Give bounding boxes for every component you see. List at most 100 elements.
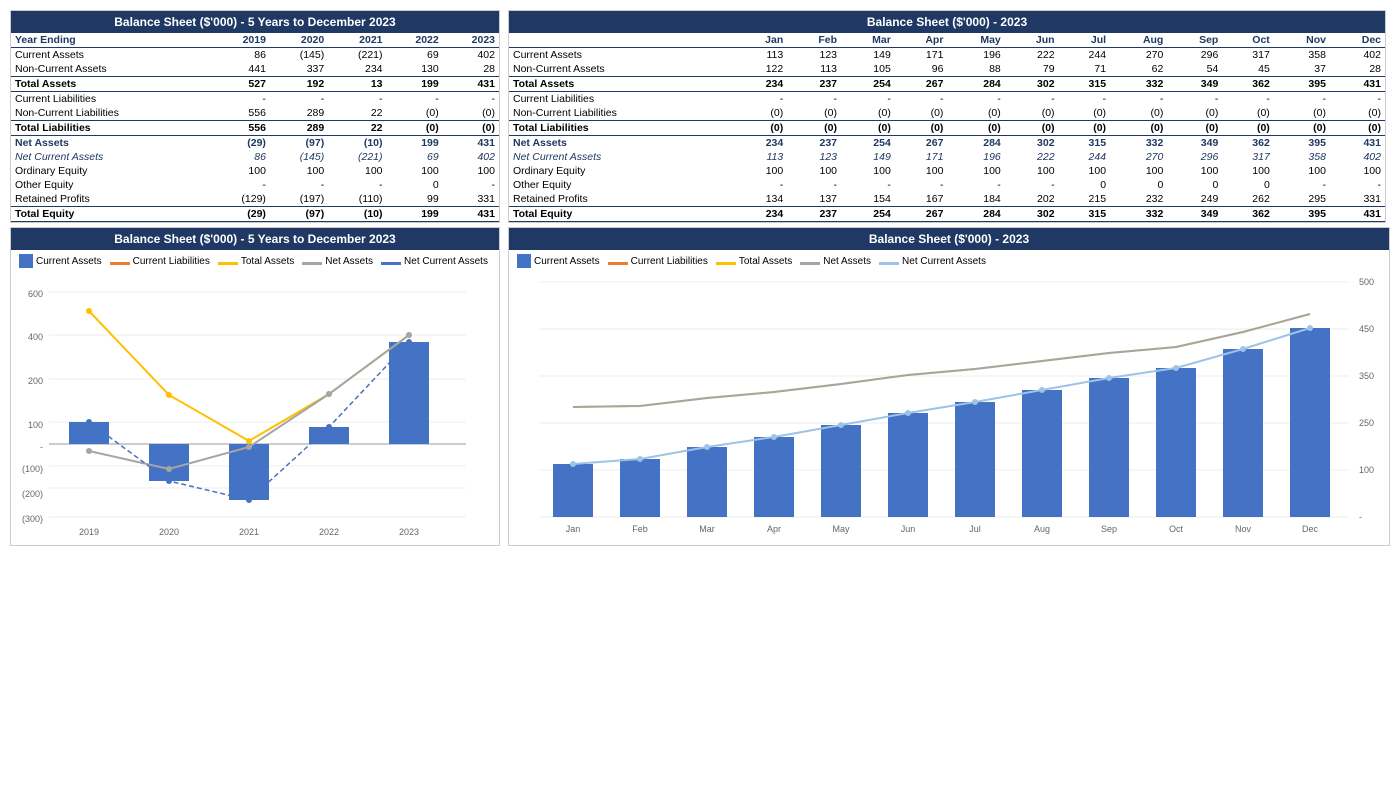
right-row-label: Retained Profits xyxy=(509,192,735,207)
right-row-value: - xyxy=(1330,92,1385,107)
right-row-label: Other Equity xyxy=(509,178,735,192)
r-legend-ta-label: Total Assets xyxy=(739,256,792,267)
right-col-label xyxy=(509,33,735,48)
right-row-label: Total Equity xyxy=(509,207,735,222)
row-value: (129) xyxy=(212,192,270,207)
x-label-2021: 2021 xyxy=(239,527,259,537)
nca-point-2020 xyxy=(166,478,172,484)
right-row-value: 100 xyxy=(1274,164,1330,178)
right-row-value: - xyxy=(841,178,895,192)
right-row-value: - xyxy=(1110,92,1167,107)
right-row-value: (0) xyxy=(787,106,841,121)
right-row-value: 296 xyxy=(1167,150,1222,164)
right-row-value: (0) xyxy=(1059,121,1110,136)
right-row-value: 349 xyxy=(1167,77,1222,92)
right-row-value: 171 xyxy=(895,48,948,63)
row-value: 69 xyxy=(387,48,443,63)
right-row-value: 302 xyxy=(1005,77,1059,92)
svg-text:Jul: Jul xyxy=(969,524,981,534)
right-row-value: (0) xyxy=(1167,106,1222,121)
row-value: 13 xyxy=(328,77,386,92)
right-row-value: 284 xyxy=(947,136,1004,151)
right-row-label: Ordinary Equity xyxy=(509,164,735,178)
right-row-value: 123 xyxy=(787,48,841,63)
r-bar-aug xyxy=(1022,390,1062,517)
total-assets-point-2021 xyxy=(246,438,252,444)
row-value: 402 xyxy=(443,48,499,63)
right-row-value: 0 xyxy=(1110,178,1167,192)
row-value: (10) xyxy=(328,207,386,222)
row-value: - xyxy=(212,92,270,107)
r-bar-mar xyxy=(687,447,727,517)
right-row-value: 254 xyxy=(841,207,895,222)
right-row-value: 62 xyxy=(1110,62,1167,77)
svg-text:Dec: Dec xyxy=(1302,524,1319,534)
svg-text:Mar: Mar xyxy=(699,524,715,534)
row-value: 22 xyxy=(328,121,386,136)
r-legend-current-assets-icon xyxy=(517,254,531,268)
row-value: (97) xyxy=(270,207,328,222)
nca-point-2021 xyxy=(246,497,252,503)
right-row-value: (0) xyxy=(1222,121,1273,136)
right-col-header: May xyxy=(947,33,1004,48)
svg-text:Apr: Apr xyxy=(767,524,781,534)
row-value: 100 xyxy=(443,164,499,178)
legend-net-current-assets: Net Current Assets xyxy=(381,254,488,268)
right-row-value: 100 xyxy=(841,164,895,178)
r-bar-oct xyxy=(1156,368,1196,517)
x-label-2019: 2019 xyxy=(79,527,99,537)
right-row-value: 331 xyxy=(1330,192,1385,207)
right-row-value: 332 xyxy=(1110,77,1167,92)
right-row-label: Current Liabilities xyxy=(509,92,735,107)
svg-text:Jan: Jan xyxy=(566,524,581,534)
right-col-header: Dec xyxy=(1330,33,1385,48)
right-row-value: 302 xyxy=(1005,136,1059,151)
right-row-value: 254 xyxy=(841,136,895,151)
svg-text:(300): (300) xyxy=(22,514,43,524)
right-row-value: 362 xyxy=(1222,207,1273,222)
svg-text:350: 350 xyxy=(1359,371,1374,381)
row-value: 556 xyxy=(212,106,270,121)
nca-point-2023 xyxy=(406,339,412,345)
right-row-value: 96 xyxy=(895,62,948,77)
right-row-value: 100 xyxy=(1005,164,1059,178)
right-2023-panel: Balance Sheet ($'000) - 2023 JanFebMarAp… xyxy=(508,10,1386,223)
legend-total-assets-label: Total Assets xyxy=(241,256,294,267)
right-row-value: - xyxy=(947,92,1004,107)
row-value: (145) xyxy=(270,150,328,164)
right-row-value: 37 xyxy=(1274,62,1330,77)
legend-net-assets: Net Assets xyxy=(302,254,373,268)
right-row-value: 431 xyxy=(1330,207,1385,222)
right-row-value: 0 xyxy=(1059,178,1110,192)
legend-current-assets-icon xyxy=(19,254,33,268)
right-row-value: 244 xyxy=(1059,48,1110,63)
right-row-label: Non-Current Assets xyxy=(509,62,735,77)
col-2019: 2019 xyxy=(212,33,270,48)
right-row-value: 28 xyxy=(1330,62,1385,77)
right-row-value: 284 xyxy=(947,207,1004,222)
row-value: 86 xyxy=(212,150,270,164)
total-assets-point-2020 xyxy=(166,392,172,398)
right-row-value: 100 xyxy=(1167,164,1222,178)
right-col-header: Oct xyxy=(1222,33,1273,48)
right-row-value: 315 xyxy=(1059,207,1110,222)
right-row-value: (0) xyxy=(895,106,948,121)
right-row-label: Total Assets xyxy=(509,77,735,92)
row-value: 431 xyxy=(443,207,499,222)
r-bar-jul xyxy=(955,402,995,517)
net-assets-point-2023 xyxy=(406,332,412,338)
right-row-value: 237 xyxy=(787,207,841,222)
svg-text:-: - xyxy=(40,442,43,452)
right-row-value: 315 xyxy=(1059,136,1110,151)
bottom-row: Balance Sheet ($'000) - 5 Years to Decem… xyxy=(10,227,1386,546)
col-2022: 2022 xyxy=(387,33,443,48)
right-row-value: (0) xyxy=(947,121,1004,136)
row-value: (0) xyxy=(387,106,443,121)
row-value: (221) xyxy=(328,150,386,164)
right-row-value: 113 xyxy=(787,62,841,77)
right-row-value: 184 xyxy=(947,192,1004,207)
right-row-value: 395 xyxy=(1274,77,1330,92)
right-col-header: Jul xyxy=(1059,33,1110,48)
legend-net-assets-label: Net Assets xyxy=(325,256,373,267)
row-label: Total Equity xyxy=(11,207,212,222)
